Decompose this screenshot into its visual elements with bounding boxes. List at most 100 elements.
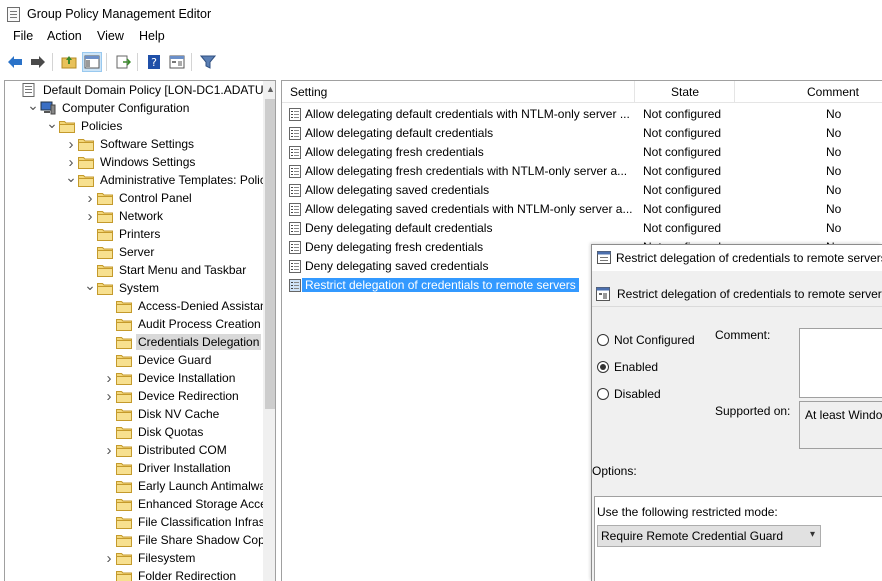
forward-arrow-icon[interactable]: [28, 52, 48, 72]
chevron-right-icon[interactable]: ›: [66, 135, 76, 153]
tree-item[interactable]: ⌄ Computer Configuration: [5, 96, 263, 117]
table-row[interactable]: Deny delegating default credentials Not c…: [282, 219, 882, 238]
tree-item-label: Driver Installation: [138, 461, 231, 475]
tree-item[interactable]: Disk NV Cache: [5, 405, 263, 423]
tree-item[interactable]: › Device Redirection: [5, 387, 263, 405]
column-header-setting[interactable]: Setting: [290, 85, 327, 99]
folder-icon: [116, 571, 132, 581]
folder-icon: [116, 319, 132, 331]
policy-setting-icon: [289, 165, 301, 178]
chevron-right-icon[interactable]: ›: [104, 549, 114, 567]
chevron-down-icon[interactable]: ⌄: [65, 168, 77, 186]
chevron-right-icon[interactable]: ›: [104, 387, 114, 405]
properties-icon[interactable]: [167, 52, 187, 72]
tree-item[interactable]: › Filesystem: [5, 549, 263, 567]
tree-item-label: Control Panel: [119, 191, 192, 205]
chevron-down-icon: ▾: [809, 529, 815, 540]
tree-scrollbar[interactable]: ▲: [263, 81, 275, 581]
tree-item-label: Audit Process Creation: [138, 317, 261, 331]
radio-circle[interactable]: [597, 334, 609, 346]
table-row[interactable]: Allow delegating fresh credentials Not co…: [282, 143, 882, 162]
chevron-down-icon[interactable]: ⌄: [27, 96, 39, 114]
tree-item[interactable]: › Control Panel: [5, 189, 263, 207]
tree-item[interactable]: Server: [5, 243, 263, 261]
tree-item[interactable]: › Software Settings: [5, 135, 263, 153]
show-hide-tree-icon[interactable]: [82, 52, 102, 72]
chevron-right-icon[interactable]: ›: [104, 369, 114, 387]
tree-item[interactable]: File Share Shadow Copy P: [5, 531, 275, 549]
policy-setting-icon: [289, 108, 301, 121]
policy-setting-icon: [289, 279, 301, 292]
menu-action[interactable]: Action: [47, 29, 82, 43]
tree-item[interactable]: Audit Process Creation: [5, 315, 263, 333]
tree-item[interactable]: Default Domain Policy [LON-DC1.ADATUM.: [5, 81, 275, 99]
table-row[interactable]: Allow delegating saved credentials Not co…: [282, 181, 882, 200]
tree-item[interactable]: Early Launch Antimalware: [5, 477, 275, 495]
policy-setting-icon: [289, 241, 301, 254]
menu-help[interactable]: Help: [139, 29, 165, 43]
chevron-right-icon[interactable]: ›: [104, 441, 114, 459]
tree-item[interactable]: File Classification Infrastru: [5, 513, 275, 531]
menu-file[interactable]: File: [13, 29, 33, 43]
comment-textarea[interactable]: [799, 328, 882, 398]
tree-item[interactable]: › Windows Settings: [5, 153, 263, 171]
supported-on-box: At least Window: [799, 401, 882, 449]
restricted-mode-label: Use the following restricted mode:: [597, 505, 778, 519]
tree-item[interactable]: Printers: [5, 225, 263, 243]
setting-comment: No: [826, 202, 842, 216]
tree-item[interactable]: Credentials Delegation: [5, 333, 263, 351]
tree-item[interactable]: Access-Denied Assistance: [5, 297, 275, 315]
tree-item[interactable]: ⌄ Administrative Templates: Policy: [5, 168, 272, 189]
table-row[interactable]: Allow delegating saved credentials with …: [282, 200, 882, 219]
tree-item-label: Access-Denied Assistance: [138, 299, 276, 313]
tree-item[interactable]: Driver Installation: [5, 459, 263, 477]
chevron-down-icon[interactable]: ⌄: [46, 114, 58, 132]
up-folder-icon[interactable]: [59, 52, 79, 72]
tree-item[interactable]: ⌄ System: [5, 276, 263, 297]
back-arrow-icon[interactable]: [5, 52, 25, 72]
column-header-comment[interactable]: Comment: [807, 85, 859, 99]
radio-circle-selected[interactable]: [597, 361, 609, 373]
radio-circle[interactable]: [597, 388, 609, 400]
radio-not-configured[interactable]: Not Configured: [597, 333, 695, 347]
radio-disabled[interactable]: Disabled: [597, 387, 661, 401]
table-row[interactable]: Allow delegating default credentials wit…: [282, 105, 882, 124]
folder-icon: [116, 499, 132, 511]
tree-item[interactable]: ⌄ Policies: [5, 114, 263, 135]
tree-item[interactable]: › Distributed COM: [5, 441, 263, 459]
export-list-icon[interactable]: [113, 52, 133, 72]
console-tree[interactable]: Default Domain Policy [LON-DC1.ADATUM. ⌄ C…: [4, 80, 276, 581]
radio-enabled[interactable]: Enabled: [597, 360, 658, 374]
scroll-thumb[interactable]: [265, 99, 275, 409]
setting-icon: [596, 287, 610, 301]
restricted-mode-dropdown[interactable]: Require Remote Credential Guard ▾: [597, 525, 821, 547]
folder-icon: [97, 229, 113, 241]
column-header-state[interactable]: State: [671, 85, 699, 99]
chevron-right-icon[interactable]: ›: [85, 189, 95, 207]
help-icon[interactable]: ?: [144, 52, 164, 72]
radio-disabled-label: Disabled: [614, 387, 661, 401]
radio-not-configured-label: Not Configured: [614, 333, 695, 347]
table-row[interactable]: Allow delegating default credentials Not …: [282, 124, 882, 143]
chevron-down-icon[interactable]: ⌄: [84, 276, 96, 294]
tree-item[interactable]: Disk Quotas: [5, 423, 263, 441]
tree-item[interactable]: › Network: [5, 207, 263, 225]
tree-item[interactable]: › Device Installation: [5, 369, 263, 387]
tree-item[interactable]: Start Menu and Taskbar: [5, 261, 263, 279]
filter-icon[interactable]: [198, 52, 218, 72]
setting-name: Allow delegating saved credentials: [305, 183, 490, 197]
dialog-title-bar: Restrict delegation of credentials to re…: [592, 245, 882, 271]
chevron-right-icon[interactable]: ›: [85, 207, 95, 225]
comment-label: Comment:: [715, 328, 771, 342]
tree-item[interactable]: Folder Redirection: [5, 567, 263, 581]
folder-icon: [116, 517, 132, 529]
folder-icon: [116, 427, 132, 439]
menu-view[interactable]: View: [97, 29, 124, 43]
scroll-up-icon[interactable]: ▲: [266, 84, 275, 94]
policy-document-icon: [22, 83, 35, 97]
table-row[interactable]: Allow delegating fresh credentials with …: [282, 162, 882, 181]
tree-item[interactable]: Enhanced Storage Access: [5, 495, 275, 513]
tree-item[interactable]: Device Guard: [5, 351, 263, 369]
